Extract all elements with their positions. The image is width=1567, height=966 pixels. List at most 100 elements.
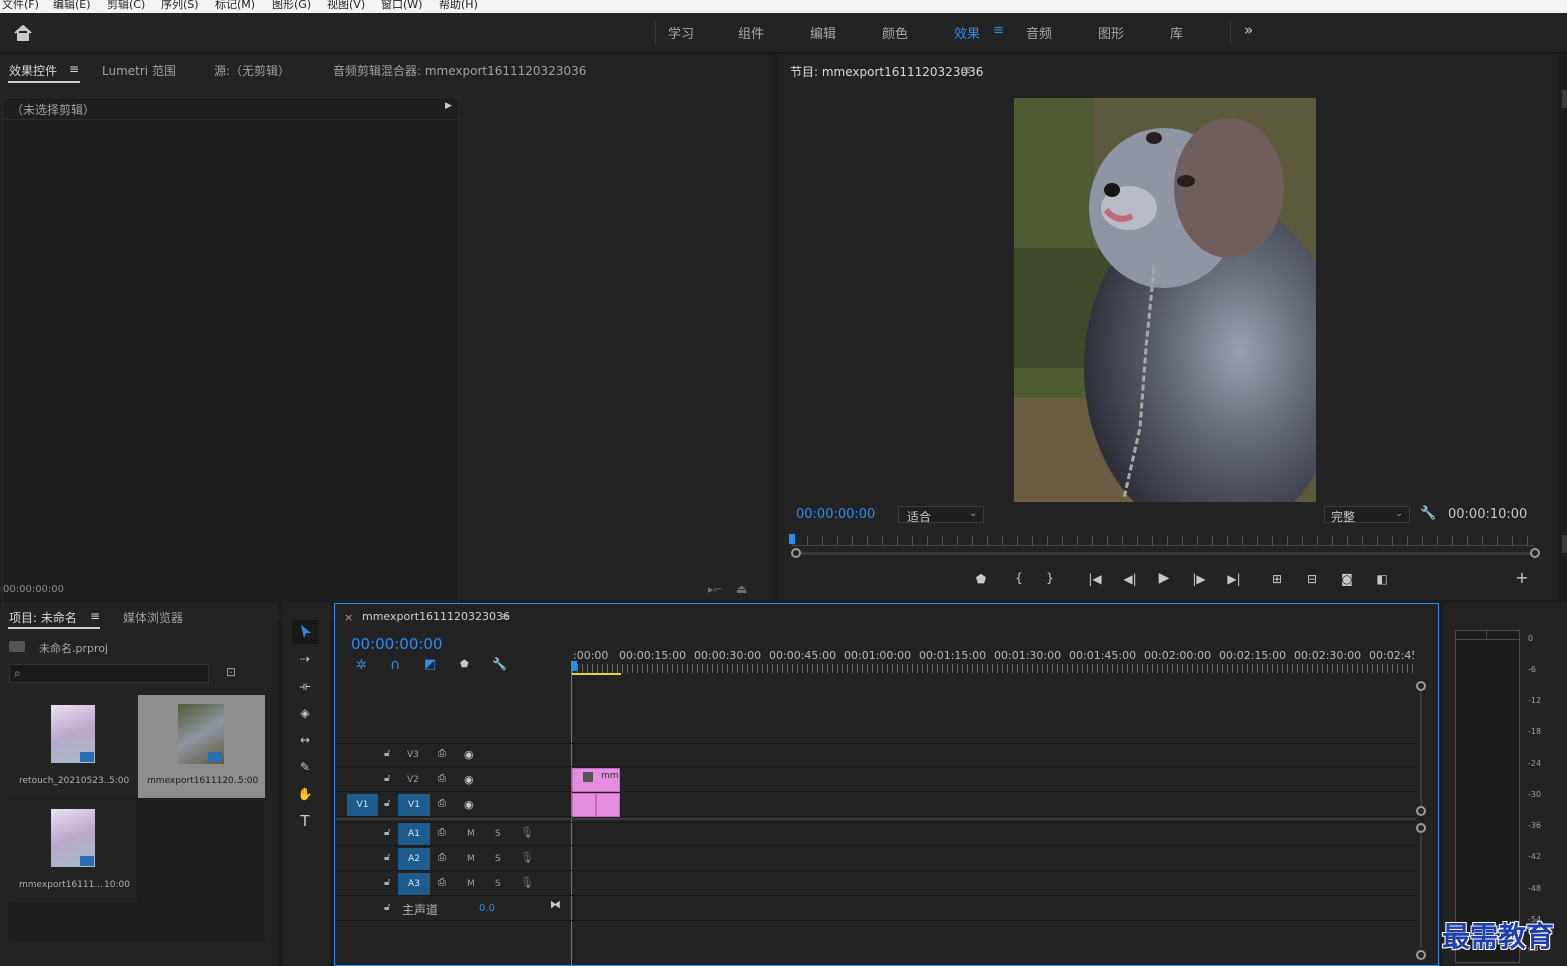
scroll-handle[interactable] bbox=[1416, 806, 1426, 816]
razor-tool-icon[interactable]: ◈ bbox=[296, 706, 314, 720]
sync-lock-icon[interactable]: ⎙ bbox=[438, 852, 446, 863]
timeline-ruler-ticks[interactable] bbox=[572, 664, 1415, 673]
timeline-timecode[interactable]: 00:00:00:00 bbox=[351, 635, 443, 653]
sync-lock-icon[interactable]: ⎙ bbox=[438, 748, 446, 759]
workspace-menu-icon[interactable]: ≡ bbox=[993, 23, 1004, 38]
slip-tool-icon[interactable]: ↔ bbox=[296, 733, 314, 747]
workspace-libraries[interactable]: 库 bbox=[1170, 23, 1183, 42]
tab-effect-controls[interactable]: 效果控件 bbox=[9, 62, 57, 79]
expand-arrow-icon[interactable]: ▶ bbox=[445, 101, 452, 111]
nest-icon[interactable]: ✲ bbox=[356, 658, 367, 673]
microphone-icon[interactable]: 🎙︎ bbox=[520, 826, 534, 839]
menu-clip[interactable]: 剪辑(C) bbox=[107, 0, 145, 12]
clip-v2[interactable]: mm bbox=[572, 768, 620, 792]
play-icon[interactable]: ▶ bbox=[1156, 571, 1172, 585]
work-area-bar[interactable] bbox=[572, 673, 621, 675]
program-playhead[interactable] bbox=[789, 534, 795, 544]
scroll-handle[interactable] bbox=[1416, 823, 1426, 833]
lock-icon[interactable]: 🔓︎ bbox=[384, 877, 390, 888]
master-volume-value[interactable]: 0.0 bbox=[479, 903, 495, 914]
mark-out-icon[interactable]: } bbox=[1044, 571, 1056, 585]
program-zoom-bar[interactable] bbox=[792, 552, 1534, 555]
search-input[interactable]: ⌕ bbox=[9, 664, 209, 683]
sequence-tab[interactable]: mmexport1611120323036 bbox=[362, 610, 510, 623]
lock-icon[interactable]: 🔓︎ bbox=[384, 852, 390, 863]
fit-dropdown[interactable]: 适合 ⌄ bbox=[898, 506, 984, 524]
selection-tool-icon[interactable] bbox=[299, 624, 313, 640]
tab-lumetri-scopes[interactable]: Lumetri 范围 bbox=[102, 62, 176, 79]
project-menu-icon[interactable]: ≡ bbox=[90, 609, 100, 623]
button-editor-plus-icon[interactable]: + bbox=[1515, 570, 1529, 586]
workspace-learn[interactable]: 学习 bbox=[668, 23, 694, 42]
ripple-edit-tool-icon[interactable]: ⟛ bbox=[296, 679, 314, 693]
microphone-icon[interactable]: 🎙︎ bbox=[520, 851, 534, 864]
mute-button[interactable]: M bbox=[467, 829, 475, 839]
lock-icon[interactable]: 🔓︎ bbox=[384, 773, 390, 784]
go-to-in-icon[interactable]: |◀ bbox=[1087, 572, 1103, 586]
lock-icon[interactable]: 🔓︎ bbox=[384, 748, 390, 759]
workspace-effects[interactable]: 效果 bbox=[954, 23, 980, 42]
wrench-icon[interactable]: 🔧 bbox=[1420, 506, 1436, 521]
lock-icon[interactable]: 🔓︎ bbox=[384, 798, 390, 809]
add-marker-icon[interactable]: ⬟ bbox=[974, 572, 988, 586]
track-target-a2[interactable]: A2 bbox=[398, 848, 430, 870]
workspace-assembly[interactable]: 组件 bbox=[738, 23, 764, 42]
quality-dropdown[interactable]: 完整 ⌄ bbox=[1324, 506, 1410, 524]
menu-window[interactable]: 窗口(W) bbox=[381, 0, 422, 12]
new-bin-search-icon[interactable]: ⊡ bbox=[226, 665, 236, 679]
menu-sequence[interactable]: 序列(S) bbox=[161, 0, 199, 12]
menu-file[interactable]: 文件(F) bbox=[2, 0, 39, 12]
program-playhead-timecode[interactable]: 00:00:00:00 bbox=[796, 507, 875, 522]
zoom-handle-left[interactable] bbox=[791, 548, 801, 558]
sync-lock-icon[interactable]: ⎙ bbox=[438, 877, 446, 888]
menu-edit[interactable]: 编辑(E) bbox=[53, 0, 91, 12]
tab-project[interactable]: 项目: 未命名 bbox=[9, 609, 77, 626]
solo-button[interactable]: S bbox=[495, 854, 501, 864]
timeline-menu-icon[interactable]: ≡ bbox=[500, 610, 509, 623]
step-forward-icon[interactable]: |▶ bbox=[1191, 572, 1207, 586]
tab-source[interactable]: 源:（无剪辑） bbox=[214, 62, 290, 79]
more-workspaces-icon[interactable]: » bbox=[1244, 21, 1253, 39]
workspace-editing[interactable]: 编辑 bbox=[810, 23, 836, 42]
close-icon[interactable]: × bbox=[344, 611, 353, 624]
clip-v1-a[interactable] bbox=[572, 793, 596, 817]
mark-in-icon[interactable]: { bbox=[1013, 571, 1025, 585]
tab-media-browser[interactable]: 媒体浏览器 bbox=[123, 609, 183, 626]
track-target-a3[interactable]: A3 bbox=[398, 873, 430, 895]
right-scroll-handle[interactable] bbox=[1562, 90, 1567, 108]
lock-icon[interactable]: 🔓︎ bbox=[384, 902, 390, 913]
clip-v1-b[interactable] bbox=[596, 793, 620, 817]
source-patch-v1[interactable]: V1 bbox=[347, 794, 378, 816]
comparison-view-icon[interactable]: ◧ bbox=[1373, 572, 1391, 586]
sync-lock-icon[interactable]: ⎙ bbox=[438, 773, 446, 784]
type-tool-icon[interactable]: T bbox=[296, 814, 314, 829]
hand-tool-icon[interactable]: ✋ bbox=[296, 787, 314, 801]
sync-lock-icon[interactable]: ⎙ bbox=[438, 798, 446, 809]
track-target-v1[interactable]: V1 bbox=[398, 794, 430, 816]
add-marker-icon[interactable]: ⬟ bbox=[460, 659, 469, 670]
track-select-tool-icon[interactable]: ⇢ bbox=[296, 652, 314, 666]
menu-graphics[interactable]: 图形(G) bbox=[272, 0, 311, 12]
eye-icon[interactable]: ◉ bbox=[464, 798, 474, 811]
workspace-audio[interactable]: 音频 bbox=[1026, 23, 1052, 42]
master-meter-toggle-icon[interactable]: ⧓ bbox=[550, 898, 561, 911]
tab-audio-clip-mixer[interactable]: 音频剪辑混合器: mmexport1611120323036 bbox=[333, 62, 586, 79]
camera-icon[interactable]: ◙ bbox=[1339, 572, 1355, 586]
video-audio-divider[interactable] bbox=[336, 818, 1416, 820]
lift-icon[interactable]: ⊞ bbox=[1268, 572, 1286, 586]
step-back-icon[interactable]: ◀| bbox=[1122, 572, 1138, 586]
scroll-handle[interactable] bbox=[1416, 950, 1426, 960]
menu-view[interactable]: 视图(V) bbox=[327, 0, 365, 12]
program-mini-ruler[interactable] bbox=[792, 536, 1534, 546]
eye-icon[interactable]: ◉ bbox=[464, 748, 474, 761]
sync-lock-icon[interactable]: ⎙ bbox=[438, 827, 446, 838]
mute-button[interactable]: M bbox=[467, 879, 475, 889]
program-title[interactable]: 节目: mmexport1611120323036 bbox=[790, 63, 983, 80]
pen-tool-icon[interactable]: ✎ bbox=[296, 760, 314, 774]
extract-icon[interactable]: ⊟ bbox=[1303, 572, 1321, 586]
track-label-v3[interactable]: V3 bbox=[407, 750, 419, 760]
filter-icon[interactable]: ▸⌐ bbox=[708, 583, 723, 596]
export-icon[interactable]: ⏏ bbox=[736, 582, 747, 596]
eye-icon[interactable]: ◉ bbox=[464, 773, 474, 786]
go-to-out-icon[interactable]: ▶| bbox=[1226, 572, 1242, 586]
